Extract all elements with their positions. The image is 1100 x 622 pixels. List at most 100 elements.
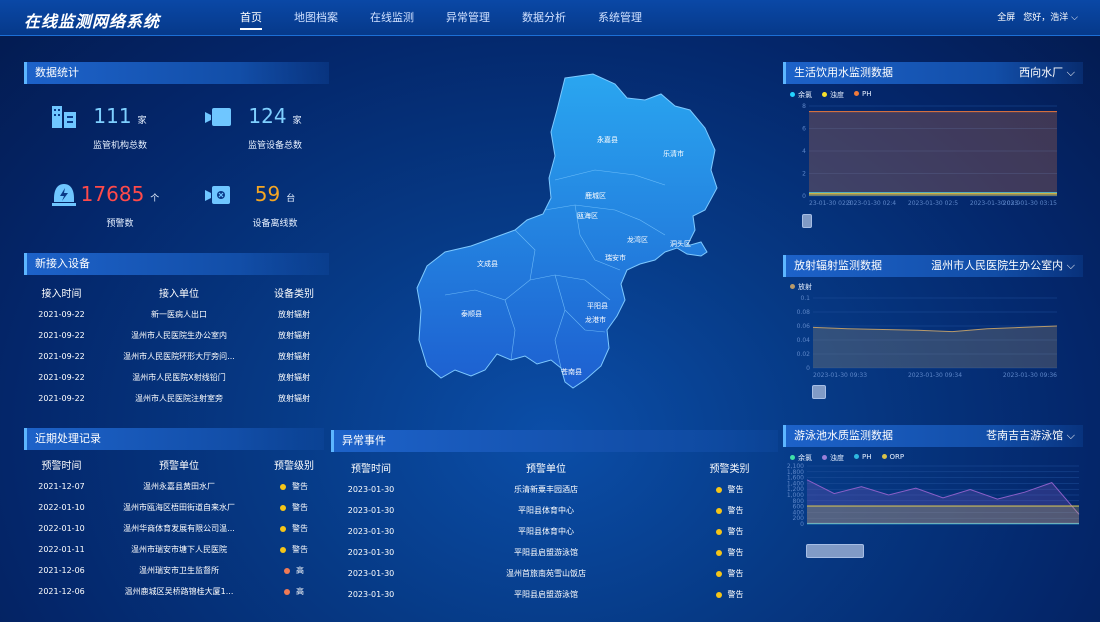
series-area (813, 326, 1057, 368)
stat-alerts: 17685 个 预警数 (60, 182, 180, 229)
table-row[interactable]: 2021-09-22 温州市人民医院X射线铅门 放射辐射 (24, 367, 329, 388)
cell-time: 2021-09-22 (38, 373, 85, 382)
status-dot (280, 504, 286, 511)
table-row[interactable]: 2023-01-30 平阳县体育中心 警告 (331, 521, 778, 542)
legend-item[interactable]: PH (854, 90, 872, 100)
legend-item[interactable]: 余氯 (790, 90, 812, 100)
radiation-station-value: 温州市人民医院生办公室内 (931, 259, 1064, 272)
water-legend: 余氯 浊度 PH (790, 90, 872, 100)
table-row[interactable]: 2021-09-22 温州市人民医院生办公室内 放射辐射 (24, 325, 329, 346)
cell-type: 放射辐射 (278, 310, 310, 319)
col-header: 接入单位 (159, 288, 199, 300)
chevron-down-icon: ⌵ (1066, 66, 1075, 79)
pool-zoom-slider[interactable] (806, 544, 864, 558)
user-menu[interactable]: 您好，浩洋 ⌵ (1023, 0, 1078, 36)
water-panel-title: 生活饮用水监测数据 西向水厂 ⌵ (783, 62, 1083, 84)
cell-level: 高 (259, 581, 329, 602)
legend-label: 余氯 (798, 91, 812, 99)
nav-analysis[interactable]: 数据分析 (508, 0, 580, 36)
cell-time: 2023-01-30 (347, 527, 395, 536)
legend-label: 放射 (798, 283, 812, 291)
status-dot (715, 528, 722, 535)
y-tick-label: 0.04 (797, 337, 811, 344)
table-row[interactable]: 2021-09-22 温州市人民医院注射室旁 放射辐射 (24, 388, 329, 409)
cell-unit: 温州市瓯海区梧田街道自来水厂 (123, 503, 235, 512)
col-header: 预警时间 (41, 460, 82, 472)
nav-home[interactable]: 首页 (226, 0, 276, 36)
y-tick-label: 0.08 (797, 309, 811, 316)
col-header: 设备类别 (274, 288, 314, 300)
table-row[interactable]: 2021-12-06 温州鹿城区吴桥路锦桂大厦1... 高 (24, 581, 329, 602)
table-row[interactable]: 2023-01-30 平阳县启盟游泳馆 警告 (331, 584, 778, 605)
cell-unit: 温州永嘉县黄田水厂 (143, 482, 215, 491)
table-row[interactable]: 2022-01-10 温州华商体育发展有限公司温... 警告 (24, 518, 329, 539)
status-dot (715, 507, 722, 514)
series-area (807, 506, 1079, 524)
nav-system[interactable]: 系统管理 (584, 0, 656, 36)
wenzhou-map[interactable]: 永嘉县 乐清市 鹿城区 瓯海区 龙湾区 洞头区 瑞安市 文成县 泰顺县 平阳县 … (415, 70, 725, 420)
map-label-wencheng[interactable]: 文成县 (477, 259, 498, 268)
pool-station-select[interactable]: 苍南吉吉游泳馆 ⌵ (986, 425, 1075, 447)
radiation-station-select[interactable]: 温州市人民医院生办公室内 ⌵ (931, 255, 1075, 277)
legend-item[interactable]: 浊度 (822, 90, 844, 100)
nav-map-archive[interactable]: 地图档案 (280, 0, 352, 36)
map-label-ouhai[interactable]: 瓯海区 (577, 211, 598, 220)
cell-type: 放射辐射 (278, 352, 310, 361)
map-label-yongjia[interactable]: 永嘉县 (597, 135, 618, 144)
table-row[interactable]: 2021-12-06 温州瑞安市卫生监督所 高 (24, 560, 329, 581)
radiation-zoom-slider[interactable] (812, 385, 826, 399)
nav-anomaly[interactable]: 异常管理 (432, 0, 504, 36)
table-row[interactable]: 2023-01-30 乐清新粟丰园酒店 警告 (331, 479, 778, 500)
table-row[interactable]: 2021-09-22 温州市人民医院环形大厅旁问... 放射辐射 (24, 346, 329, 367)
cell-time: 2022-01-11 (38, 545, 85, 554)
cell-unit: 温州鹿城区吴桥路锦桂大厦1... (124, 587, 234, 596)
table-row[interactable]: 2023-01-30 平阳县体育中心 警告 (331, 500, 778, 521)
cell-level: 警告 (681, 521, 778, 542)
map-label-ruian[interactable]: 瑞安市 (605, 253, 626, 262)
cell-level: 高 (259, 560, 329, 581)
cell-unit: 新一医病人出口 (151, 310, 207, 319)
cell-level: 警告 (259, 518, 329, 539)
map-label-longwan[interactable]: 龙湾区 (627, 235, 648, 244)
cell-unit: 温州首旅南苑雪山饭店 (506, 569, 586, 578)
cell-time: 2021-12-07 (38, 482, 85, 491)
map-label-taishun[interactable]: 泰顺县 (461, 309, 482, 318)
status-dot (715, 549, 722, 556)
map-label-longgang[interactable]: 龙港市 (585, 315, 606, 324)
status-dot (715, 591, 722, 598)
recent-table: 预警时间 预警单位 预警级别 2021-12-07 温州永嘉县黄田水厂 警告 2022… (24, 452, 329, 602)
map-label-cangnan[interactable]: 苍南县 (561, 367, 582, 376)
table-row[interactable]: 2023-01-30 温州首旅南苑雪山饭店 警告 (331, 563, 778, 584)
water-station-select[interactable]: 西向水厂 ⌵ (1019, 62, 1075, 84)
user-greeting: 您好，浩洋 (1023, 13, 1069, 23)
table-row[interactable]: 2023-01-30 平阳县启盟游泳馆 警告 (331, 542, 778, 563)
map-label-lucheng[interactable]: 鹿城区 (585, 191, 606, 200)
new-devices-panel-title: 新接入设备 (24, 253, 329, 275)
fullscreen-button[interactable]: 全屏 (997, 0, 1015, 36)
legend-label: 浊度 (830, 454, 844, 462)
table-row[interactable]: 2022-01-10 温州市瓯海区梧田街道自来水厂 警告 (24, 497, 329, 518)
table-row[interactable]: 2021-12-07 温州永嘉县黄田水厂 警告 (24, 476, 329, 497)
app-title: 在线监测网络系统 (24, 12, 161, 31)
cell-time: 2023-01-30 (347, 590, 395, 599)
cell-unit: 平阳县启盟游泳馆 (514, 590, 578, 599)
map-shape[interactable] (416, 73, 718, 389)
y-tick-label: 6 (802, 126, 806, 133)
level-text: 警告 (292, 482, 308, 491)
table-row[interactable]: 2021-09-22 新一医病人出口 放射辐射 (24, 304, 329, 325)
y-tick-label: 4 (802, 148, 806, 155)
map-label-yueqing[interactable]: 乐清市 (663, 149, 684, 158)
water-zoom-slider[interactable] (802, 214, 812, 228)
x-tick-label: 2023-01-30 09:33 (813, 372, 867, 379)
x-tick-label: 2023-01-30 02:4 (846, 200, 896, 207)
table-row[interactable]: 2022-01-11 温州市瑞安市塘下人民医院 警告 (24, 539, 329, 560)
status-dot (284, 588, 290, 595)
legend-item[interactable]: 放射 (790, 282, 812, 292)
col-header: 预警单位 (526, 463, 566, 475)
map-label-pingyang[interactable]: 平阳县 (587, 301, 608, 310)
nav-online-monitor[interactable]: 在线监测 (356, 0, 428, 36)
level-text: 警告 (727, 506, 744, 515)
map-label-dongtou[interactable]: 洞头区 (670, 239, 691, 248)
stat-offline: 59 台 设备离线数 (215, 182, 335, 229)
cell-time: 2023-01-30 (347, 569, 395, 578)
